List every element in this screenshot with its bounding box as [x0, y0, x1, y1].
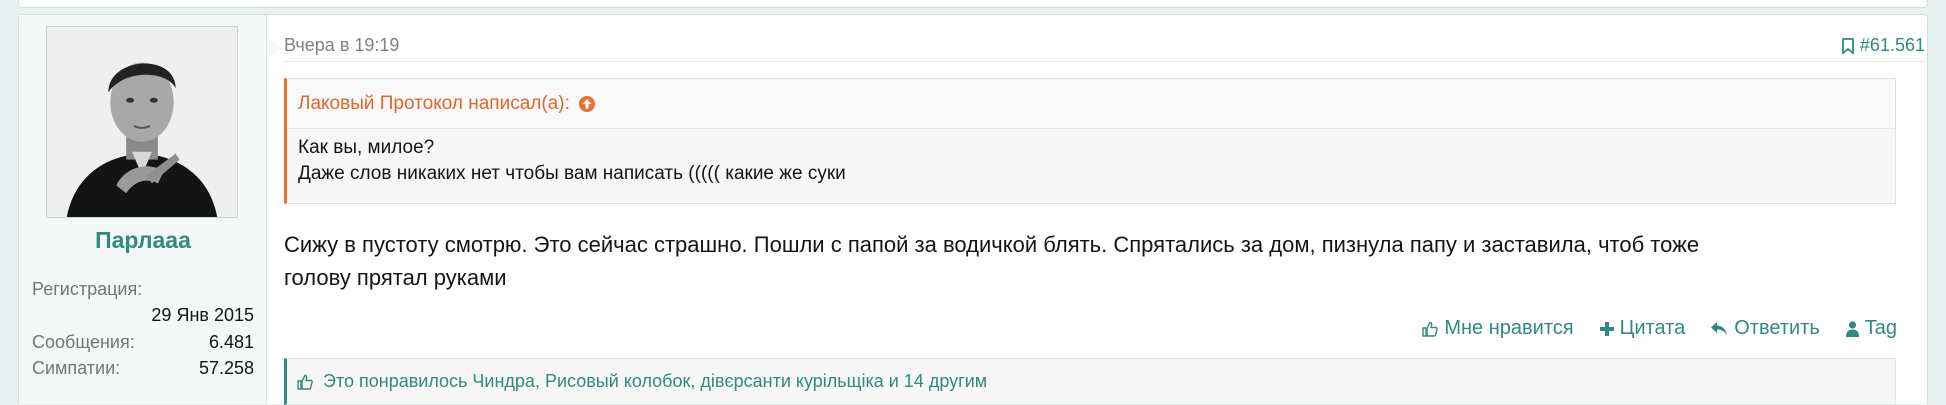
quote-text-line: Как вы, милое? [298, 137, 435, 158]
thumbs-up-icon [1422, 321, 1439, 337]
plus-icon [1599, 321, 1614, 336]
message-pointer-arrow [267, 37, 280, 59]
post-number: #61.561 [1859, 35, 1925, 55]
avatar-image [47, 27, 237, 217]
like-button[interactable]: Мне нравится [1422, 317, 1574, 340]
thumbs-up-icon [297, 374, 313, 390]
reply-label: Ответить [1734, 317, 1820, 339]
bookmark-icon [1842, 37, 1854, 54]
quote-block: Лаковый Протокол написал(а): Как вы, мил… [284, 78, 1896, 204]
message-body: Сижу в пустоту смотрю. Это сейчас страшн… [284, 228, 1896, 294]
quote-label: Цитата [1619, 317, 1686, 339]
likes-label: Симпатии: [32, 358, 121, 378]
quote-button[interactable]: Цитата [1599, 317, 1686, 340]
user-info-panel: Парлааа Регистрация: 29 Янв 2015 Сообщен… [19, 15, 267, 404]
likes-summary-text[interactable]: Это понравилось Чиндра, Рисовый колобок,… [323, 371, 987, 392]
like-label: Мне нравится [1444, 317, 1574, 339]
arrow-up-circle-icon[interactable] [578, 95, 596, 113]
likes-summary-bar[interactable]: Это понравилось Чиндра, Рисовый колобок,… [284, 358, 1896, 405]
avatar[interactable] [46, 26, 238, 218]
quote-header[interactable]: Лаковый Протокол написал(а): [287, 79, 1895, 129]
user-icon [1845, 320, 1859, 337]
registration-date: 29 Янв 2015 [151, 305, 254, 325]
messages-label: Сообщения: [32, 332, 135, 352]
message-line: голову прятал руками [284, 265, 507, 290]
message-line: Сижу в пустоту смотрю. Это сейчас страшн… [284, 232, 1700, 257]
tag-label: Tag [1864, 317, 1897, 339]
post-date[interactable]: Вчера в 19:19 [284, 35, 399, 56]
quote-author: Лаковый Протокол написал(а): [298, 92, 570, 114]
messages-count: 6.481 [208, 332, 254, 352]
username-link[interactable]: Парлааа [19, 227, 267, 254]
previous-post-edge [18, 0, 1928, 8]
forum-post: Парлааа Регистрация: 29 Янв 2015 Сообщен… [18, 14, 1928, 405]
likes-count: 57.258 [198, 358, 254, 378]
tag-button[interactable]: Tag [1845, 317, 1897, 340]
quote-text-line: Даже слов никаких нет чтобы вам написать… [298, 163, 846, 184]
reply-icon [1711, 321, 1728, 336]
post-meta: Вчера в 19:19 #61.561 [284, 23, 1925, 62]
post-permalink[interactable]: #61.561 [1842, 35, 1925, 56]
reply-button[interactable]: Ответить [1711, 317, 1820, 340]
registration-label: Регистрация: [32, 279, 143, 299]
post-actions: Мне нравится Цитата Ответить Tag [1422, 317, 1897, 340]
